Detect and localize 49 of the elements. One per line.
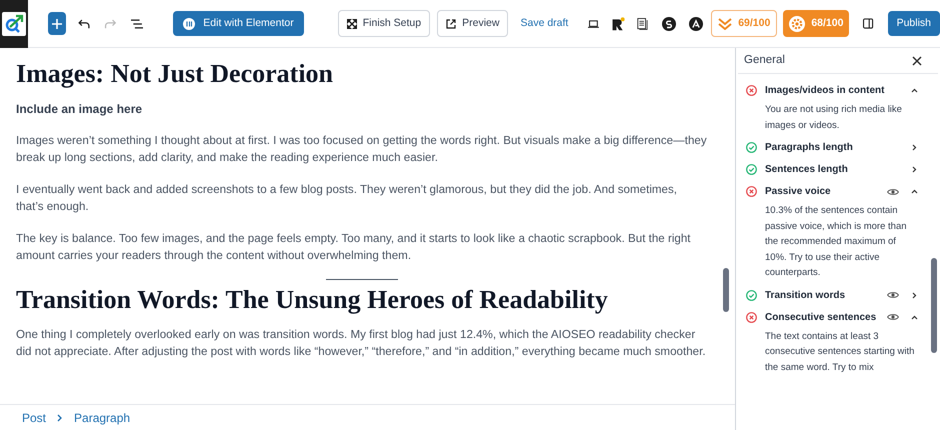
close-icon[interactable] — [912, 56, 922, 66]
r-logo-icon[interactable] — [611, 14, 626, 32]
paragraph: Images weren’t something I thought about at first. I was too focused on getting the words right. But visuals make a big difference—they break up long sections, add clarity, and make the reading experience much easier. — [16, 133, 707, 166]
check-title[interactable]: Transition words — [765, 288, 879, 302]
heading: Transition Words: The Unsung Heroes of Readability — [16, 284, 609, 316]
elementor-button[interactable]: Edit with Elementor — [173, 11, 304, 36]
document-icon[interactable] — [637, 16, 648, 32]
check-title[interactable]: Paragraphs length — [765, 140, 899, 155]
check-title[interactable]: Passive voice — [765, 184, 879, 199]
check-title[interactable]: Consecutive sentences — [765, 310, 879, 324]
site-logo[interactable] — [0, 0, 28, 48]
panel-title: General — [744, 52, 785, 68]
publish-button[interactable]: Publish — [888, 11, 940, 36]
chevron-up-icon[interactable] — [911, 88, 918, 93]
finish-setup-button[interactable]: Finish Setup — [338, 10, 430, 37]
chevron-right-icon[interactable] — [912, 166, 917, 173]
paragraph: Include an image here — [16, 101, 144, 118]
chevron-up-icon[interactable] — [911, 314, 918, 320]
a-circle-icon[interactable] — [689, 14, 704, 32]
s-circle-icon[interactable] — [662, 14, 676, 32]
eye-icon[interactable] — [887, 188, 899, 196]
check-title[interactable]: Images/videos in content — [765, 83, 899, 98]
scrollbar-thumb[interactable] — [931, 258, 937, 353]
add-block-button[interactable] — [48, 12, 66, 35]
elementor-icon[interactable] — [183, 18, 196, 30]
breadcrumb-link[interactable]: Post — [22, 408, 46, 426]
paragraph: I eventually went back and added screenshots to a few blog posts. They weren’t glamorous, but they did the job. And sometimes, that’s enough. — [16, 182, 678, 215]
breadcrumb-link[interactable]: Paragraph — [74, 408, 130, 426]
chevron-right-icon[interactable] — [912, 144, 917, 151]
expand-arrows-icon[interactable] — [346, 18, 357, 28]
laptop-icon[interactable] — [588, 18, 600, 28]
eye-icon[interactable] — [887, 291, 899, 299]
heading: Images: Not Just Decoration — [16, 58, 334, 90]
plus-icon[interactable] — [52, 18, 62, 28]
chevron-up-icon[interactable] — [911, 189, 918, 194]
eye-icon[interactable] — [887, 313, 899, 321]
chevron-right-icon[interactable] — [912, 292, 917, 298]
check-description: The text contains at least 3 consecutive sentences starting with the same word. Try to mix — [764, 330, 916, 374]
save-draft-link[interactable]: Save draft — [520, 16, 568, 32]
check-description: 10.3% of the sentences contain passive voice, which is more than the recommended maximum of 10%. Try to use their active counterparts. — [764, 204, 908, 280]
check-title[interactable]: Sentences length — [765, 162, 899, 177]
check-description: You are not using rich media like images or videos. — [764, 103, 903, 132]
preview-button[interactable]: Preview — [437, 10, 508, 37]
paragraph: One thing I completely overlooked early on was transition words. My first blog had just 12.4%, which the AIOSEO readability checker did not appreciate. After adjusting the post with words like “however,” “therefore,” and “in addition,” everything became much smoother. — [16, 327, 707, 360]
list-view-icon[interactable] — [130, 18, 144, 30]
scrollbar-thumb[interactable] — [723, 268, 729, 312]
sidebar-toggle-icon[interactable] — [863, 17, 874, 30]
paragraph: The key is balance. Too few images, and the page feels empty. Too many, and it starts to look like a chaotic scrapbook. But the right amount carries your readers through the content without overwhelming them. — [16, 231, 692, 264]
external-link-icon[interactable] — [446, 18, 456, 28]
